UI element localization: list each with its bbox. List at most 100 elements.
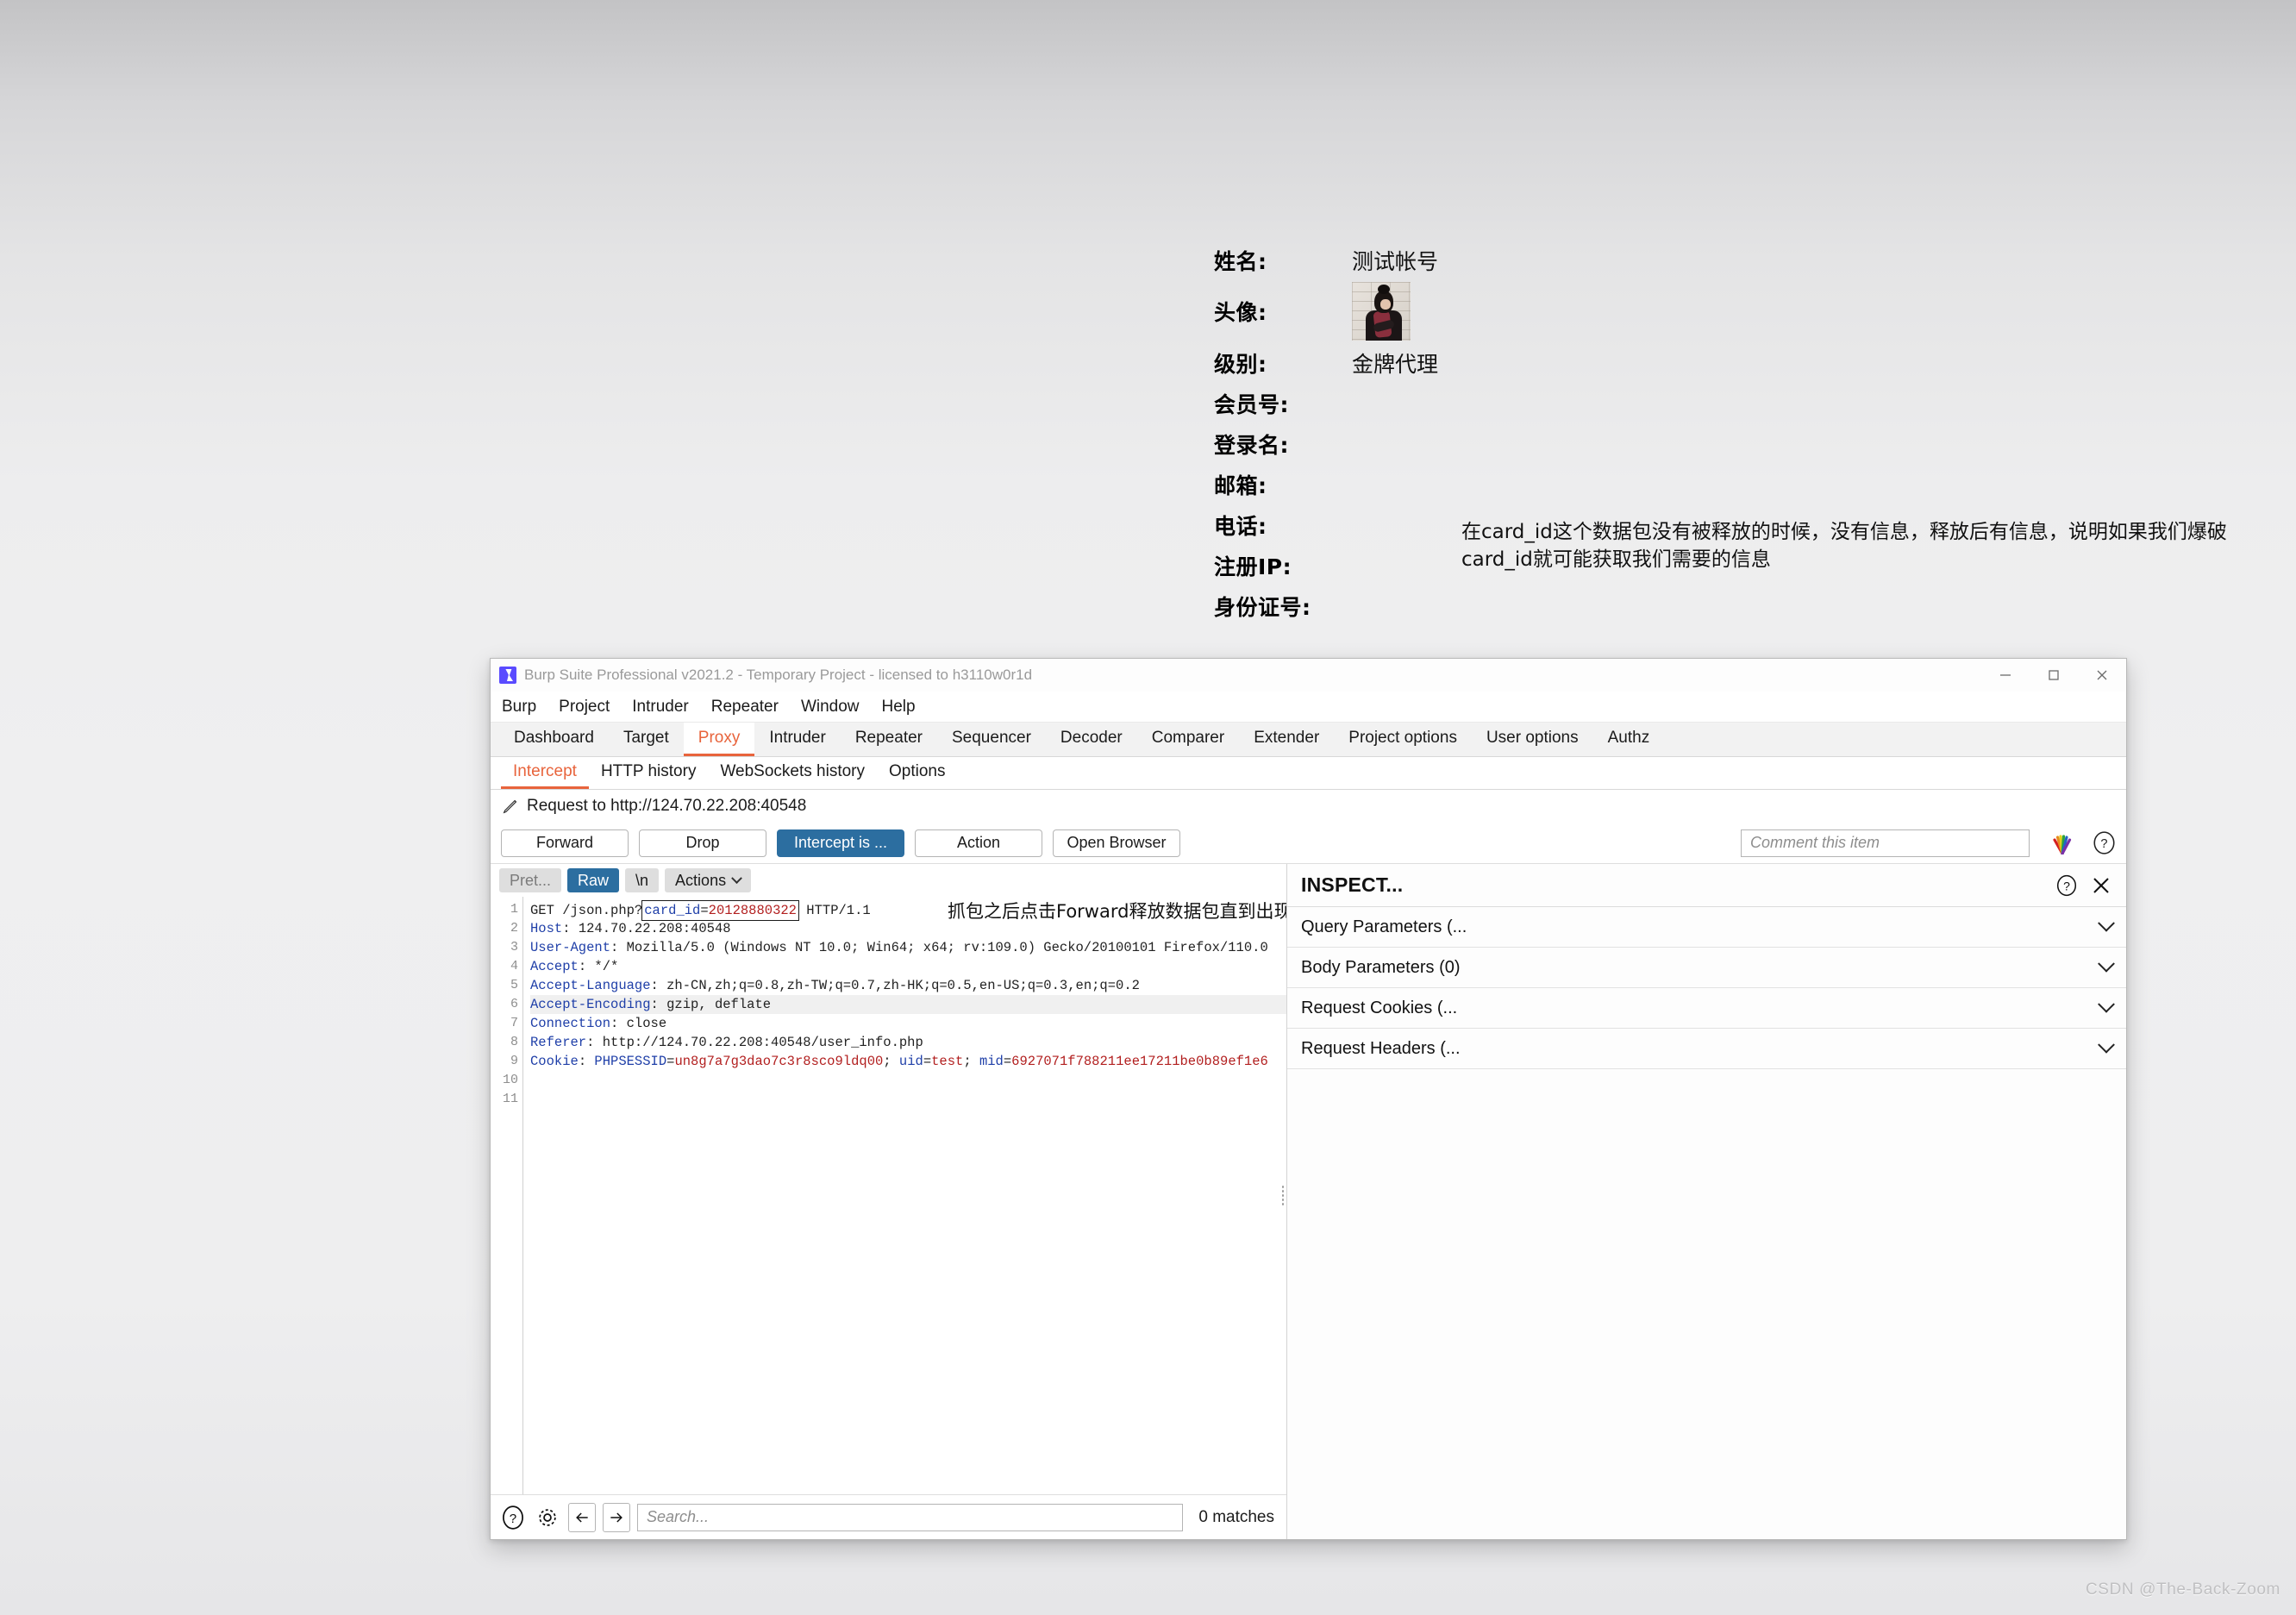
forward-button[interactable]: Forward <box>501 829 629 857</box>
code-token: ; <box>883 1054 899 1069</box>
subtab-options[interactable]: Options <box>877 757 957 789</box>
code-token: = <box>1003 1054 1012 1069</box>
user-info-label: 头像: <box>1214 300 1267 325</box>
code-token: Cookie <box>530 1054 579 1069</box>
request-to-row: Request to http://124.70.22.208:40548 <box>491 790 2126 823</box>
csdn-watermark: CSDN @The-Back-Zoom <box>2085 1581 2280 1599</box>
tab-repeater[interactable]: Repeater <box>841 723 937 756</box>
code-token: test <box>931 1054 964 1069</box>
comment-input[interactable]: Comment this item <box>1741 829 2030 857</box>
request-editor-pane: Pret... Raw \n Actions 1 2 3 4 5 6 7 8 9 10 11 GET /j… <box>491 864 1287 1539</box>
selected-parameter-box[interactable]: card_id=20128880322 <box>641 900 799 921</box>
request-code-area[interactable]: 1 2 3 4 5 6 7 8 9 10 11 GET /json.php? card_id=2012… <box>491 897 1286 1494</box>
code-token: : http://124.70.22.208:40548/user_info.p… <box>586 1035 923 1050</box>
line-number: 8 <box>510 1035 518 1049</box>
menu-item-window[interactable]: Window <box>801 698 860 717</box>
code-line[interactable]: Referer: http://124.70.22.208:40548/user… <box>530 1033 1286 1052</box>
inspector-section-label: Body Parameters (0) <box>1301 957 1461 977</box>
line-number: 4 <box>510 959 518 973</box>
tab-sequencer[interactable]: Sequencer <box>937 723 1046 756</box>
chevron-down-icon[interactable] <box>2098 1036 2115 1054</box>
drop-button[interactable]: Drop <box>639 829 766 857</box>
subtab-intercept[interactable]: Intercept <box>501 757 589 789</box>
pane-splitter-handle[interactable] <box>1281 1184 1285 1207</box>
menu-item-project[interactable]: Project <box>559 698 610 717</box>
user-info-label: 身份证号: <box>1214 594 1311 620</box>
help-circle-icon[interactable]: ? <box>2055 874 2078 897</box>
code-token: : */* <box>578 959 619 974</box>
tab-user-options[interactable]: User options <box>1472 723 1593 756</box>
close-icon[interactable] <box>2078 659 2126 692</box>
subtab-http-history[interactable]: HTTP history <box>589 757 709 789</box>
help-circle-icon[interactable]: ? <box>499 1504 527 1531</box>
chevron-down-icon[interactable] <box>2098 955 2115 973</box>
code-line[interactable] <box>530 1090 1286 1109</box>
editor-toggle-actions[interactable]: Actions <box>665 868 752 892</box>
menu-item-burp[interactable]: Burp <box>502 698 536 717</box>
inspector-section-label: Request Cookies (... <box>1301 998 1458 1017</box>
rainbow-fan-icon[interactable] <box>2050 832 2074 854</box>
code-line[interactable]: Connection: close <box>530 1014 1286 1033</box>
inspector-section-3[interactable]: Request Cookies (... <box>1287 988 2126 1029</box>
inspector-section-label: Request Headers (... <box>1301 1038 1461 1058</box>
chevron-down-icon[interactable] <box>2098 995 2115 1013</box>
svg-text:?: ? <box>2063 879 2070 892</box>
tab-authz[interactable]: Authz <box>1593 723 1665 756</box>
search-prev-button[interactable] <box>568 1502 596 1532</box>
burp-logo-icon <box>499 667 516 684</box>
editor-toolbar: Pret... Raw \n Actions <box>491 864 1286 897</box>
code-line[interactable]: Accept-Encoding: gzip, deflate <box>530 995 1286 1014</box>
tab-decoder[interactable]: Decoder <box>1046 723 1137 756</box>
tab-proxy[interactable]: Proxy <box>683 723 755 756</box>
inspector-section-4[interactable]: Request Headers (... <box>1287 1029 2126 1069</box>
close-icon[interactable] <box>2090 874 2112 897</box>
inspector-section-2[interactable]: Body Parameters (0) <box>1287 948 2126 988</box>
page-annotation-text: 在card_id这个数据包没有被释放的时候，没有信息，释放后有信息，说明如果我们… <box>1461 521 2227 571</box>
maximize-icon[interactable] <box>2030 659 2078 692</box>
tab-intruder[interactable]: Intruder <box>754 723 840 756</box>
code-line[interactable]: Accept: */* <box>530 957 1286 976</box>
menu-item-repeater[interactable]: Repeater <box>711 698 779 717</box>
editor-search-bar: ? Search... 0 matches <box>491 1494 1286 1539</box>
main-tabstrip: Dashboard Target Proxy Intruder Repeater Sequ… <box>491 723 2126 757</box>
proxy-body: Pret... Raw \n Actions 1 2 3 4 5 6 7 8 9 10 11 GET /j… <box>491 864 2126 1539</box>
menu-item-help[interactable]: Help <box>882 698 916 717</box>
user-info-row: 邮箱: <box>1214 464 1438 504</box>
code-token: : zh-CN,zh;q=0.8,zh-TW;q=0.7,zh-HK;q=0.5… <box>650 978 1140 993</box>
code-line[interactable]: Accept-Language: zh-CN,zh;q=0.8,zh-TW;q=… <box>530 976 1286 995</box>
user-info-row: 电话: <box>1214 504 1438 545</box>
request-code-lines[interactable]: GET /json.php? card_id=20128880322 HTTP/1… <box>523 897 1286 1494</box>
subtab-websockets-history[interactable]: WebSockets history <box>708 757 877 789</box>
editor-toggle-raw[interactable]: Raw <box>567 868 620 892</box>
tab-dashboard[interactable]: Dashboard <box>499 723 609 756</box>
search-matches-count: 0 matches <box>1198 1507 1274 1526</box>
intercept-is-button[interactable]: Intercept is ... <box>777 829 904 857</box>
open-browser-button[interactable]: Open Browser <box>1053 829 1180 857</box>
menubar: Burp Project Intruder Repeater Window Help <box>491 692 2126 723</box>
tab-project-options[interactable]: Project options <box>1334 723 1472 756</box>
code-line[interactable]: Cookie: PHPSESSID = un8g7a7g3dao7c3r8sco9l… <box>530 1052 1286 1071</box>
user-info-label: 注册IP: <box>1214 554 1292 579</box>
help-circle-icon[interactable]: ? <box>2093 831 2116 854</box>
code-line[interactable]: User-Agent: Mozilla/5.0 (Windows NT 10.0… <box>530 938 1286 957</box>
menu-item-intruder[interactable]: Intruder <box>632 698 688 717</box>
code-line[interactable] <box>530 1071 1286 1090</box>
tab-extender[interactable]: Extender <box>1239 723 1334 756</box>
editor-toggle-label: \n <box>635 871 649 889</box>
avatar <box>1352 282 1411 341</box>
tab-target[interactable]: Target <box>609 723 684 756</box>
editor-toggle-pret[interactable]: Pret... <box>499 868 562 892</box>
window-controls <box>1981 659 2126 692</box>
code-token: : <box>578 1054 595 1069</box>
minimize-icon[interactable] <box>1981 659 2030 692</box>
inspector-section-1[interactable]: Query Parameters (... <box>1287 907 2126 948</box>
chevron-down-icon[interactable] <box>2098 914 2115 932</box>
editor-toggle-n[interactable]: \n <box>625 868 660 892</box>
search-next-button[interactable] <box>603 1502 630 1532</box>
code-token: 6927071f788211ee17211be0b89ef1e6 <box>1011 1054 1268 1069</box>
search-input[interactable]: Search... <box>637 1503 1184 1531</box>
action-button[interactable]: Action <box>915 829 1042 857</box>
line-number: 5 <box>510 978 518 992</box>
gear-icon[interactable] <box>534 1504 561 1531</box>
tab-comparer[interactable]: Comparer <box>1137 723 1239 756</box>
